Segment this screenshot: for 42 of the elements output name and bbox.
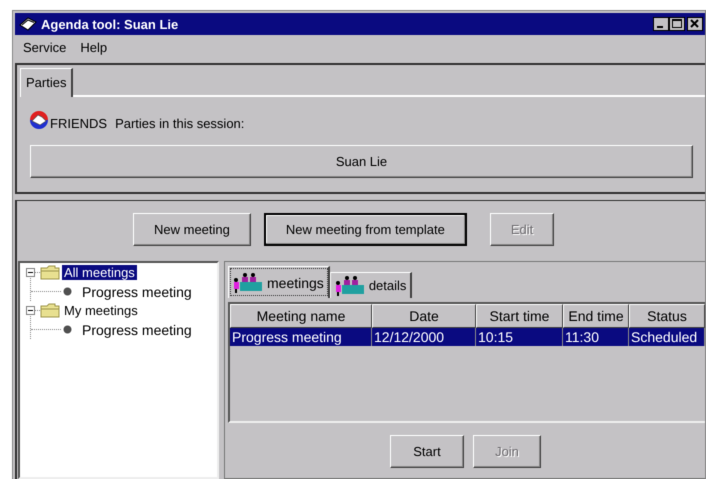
action-button[interactable]: Start <box>390 435 464 468</box>
bullet-icon <box>63 325 72 334</box>
people-icon <box>334 274 365 296</box>
tree-item[interactable]: Progress meeting <box>80 322 194 338</box>
parties-label: Parties in this session: <box>115 116 244 131</box>
book-icon <box>19 17 37 31</box>
table-cell: Progress meeting <box>230 328 372 346</box>
column-header[interactable]: End time <box>563 304 629 328</box>
collapse-icon[interactable] <box>26 268 35 277</box>
maximize-icon[interactable] <box>669 17 685 31</box>
column-header[interactable]: Status <box>629 304 705 328</box>
folder-icon <box>40 303 60 318</box>
people-icon <box>233 272 263 294</box>
minimize-icon[interactable] <box>653 17 669 31</box>
collapse-icon[interactable] <box>26 306 35 315</box>
menu-item[interactable]: Service <box>23 40 66 56</box>
handshake-icon <box>28 109 50 131</box>
column-header[interactable]: Date <box>372 304 476 328</box>
tab-label: meetings <box>267 274 324 290</box>
table-cell: 12/12/2000 <box>372 328 476 346</box>
bullet-icon <box>63 287 72 296</box>
close-icon[interactable] <box>687 17 703 31</box>
table-cell: 10:15 <box>476 328 563 346</box>
column-header[interactable]: Meeting name <box>230 304 372 328</box>
tab[interactable]: details <box>330 272 412 298</box>
friends-label: FRIENDS <box>50 116 108 131</box>
column-header[interactable]: Start time <box>476 304 563 328</box>
toolbar-button[interactable]: New meeting <box>133 213 251 246</box>
tree-item[interactable]: All meetings <box>62 265 137 280</box>
tab-label: details <box>368 278 406 293</box>
party-button[interactable]: Suan Lie <box>30 145 693 178</box>
toolbar-button[interactable]: New meeting from template <box>264 213 467 246</box>
table-cell: Scheduled <box>629 328 705 346</box>
table-row[interactable]: Progress meeting 12/12/2000 10:15 11:30 Scheduled <box>230 328 705 346</box>
folder-icon <box>40 265 60 280</box>
tab[interactable]: meetings <box>228 266 330 298</box>
tree-item[interactable]: Progress meeting <box>80 284 194 300</box>
tab[interactable]: Parties <box>20 68 74 97</box>
table-cell: 11:30 <box>563 328 629 346</box>
window-title: Agenda tool: Suan Lie <box>41 16 180 32</box>
tree-item[interactable]: My meetings <box>62 303 140 318</box>
menu-item[interactable]: Help <box>80 40 108 56</box>
